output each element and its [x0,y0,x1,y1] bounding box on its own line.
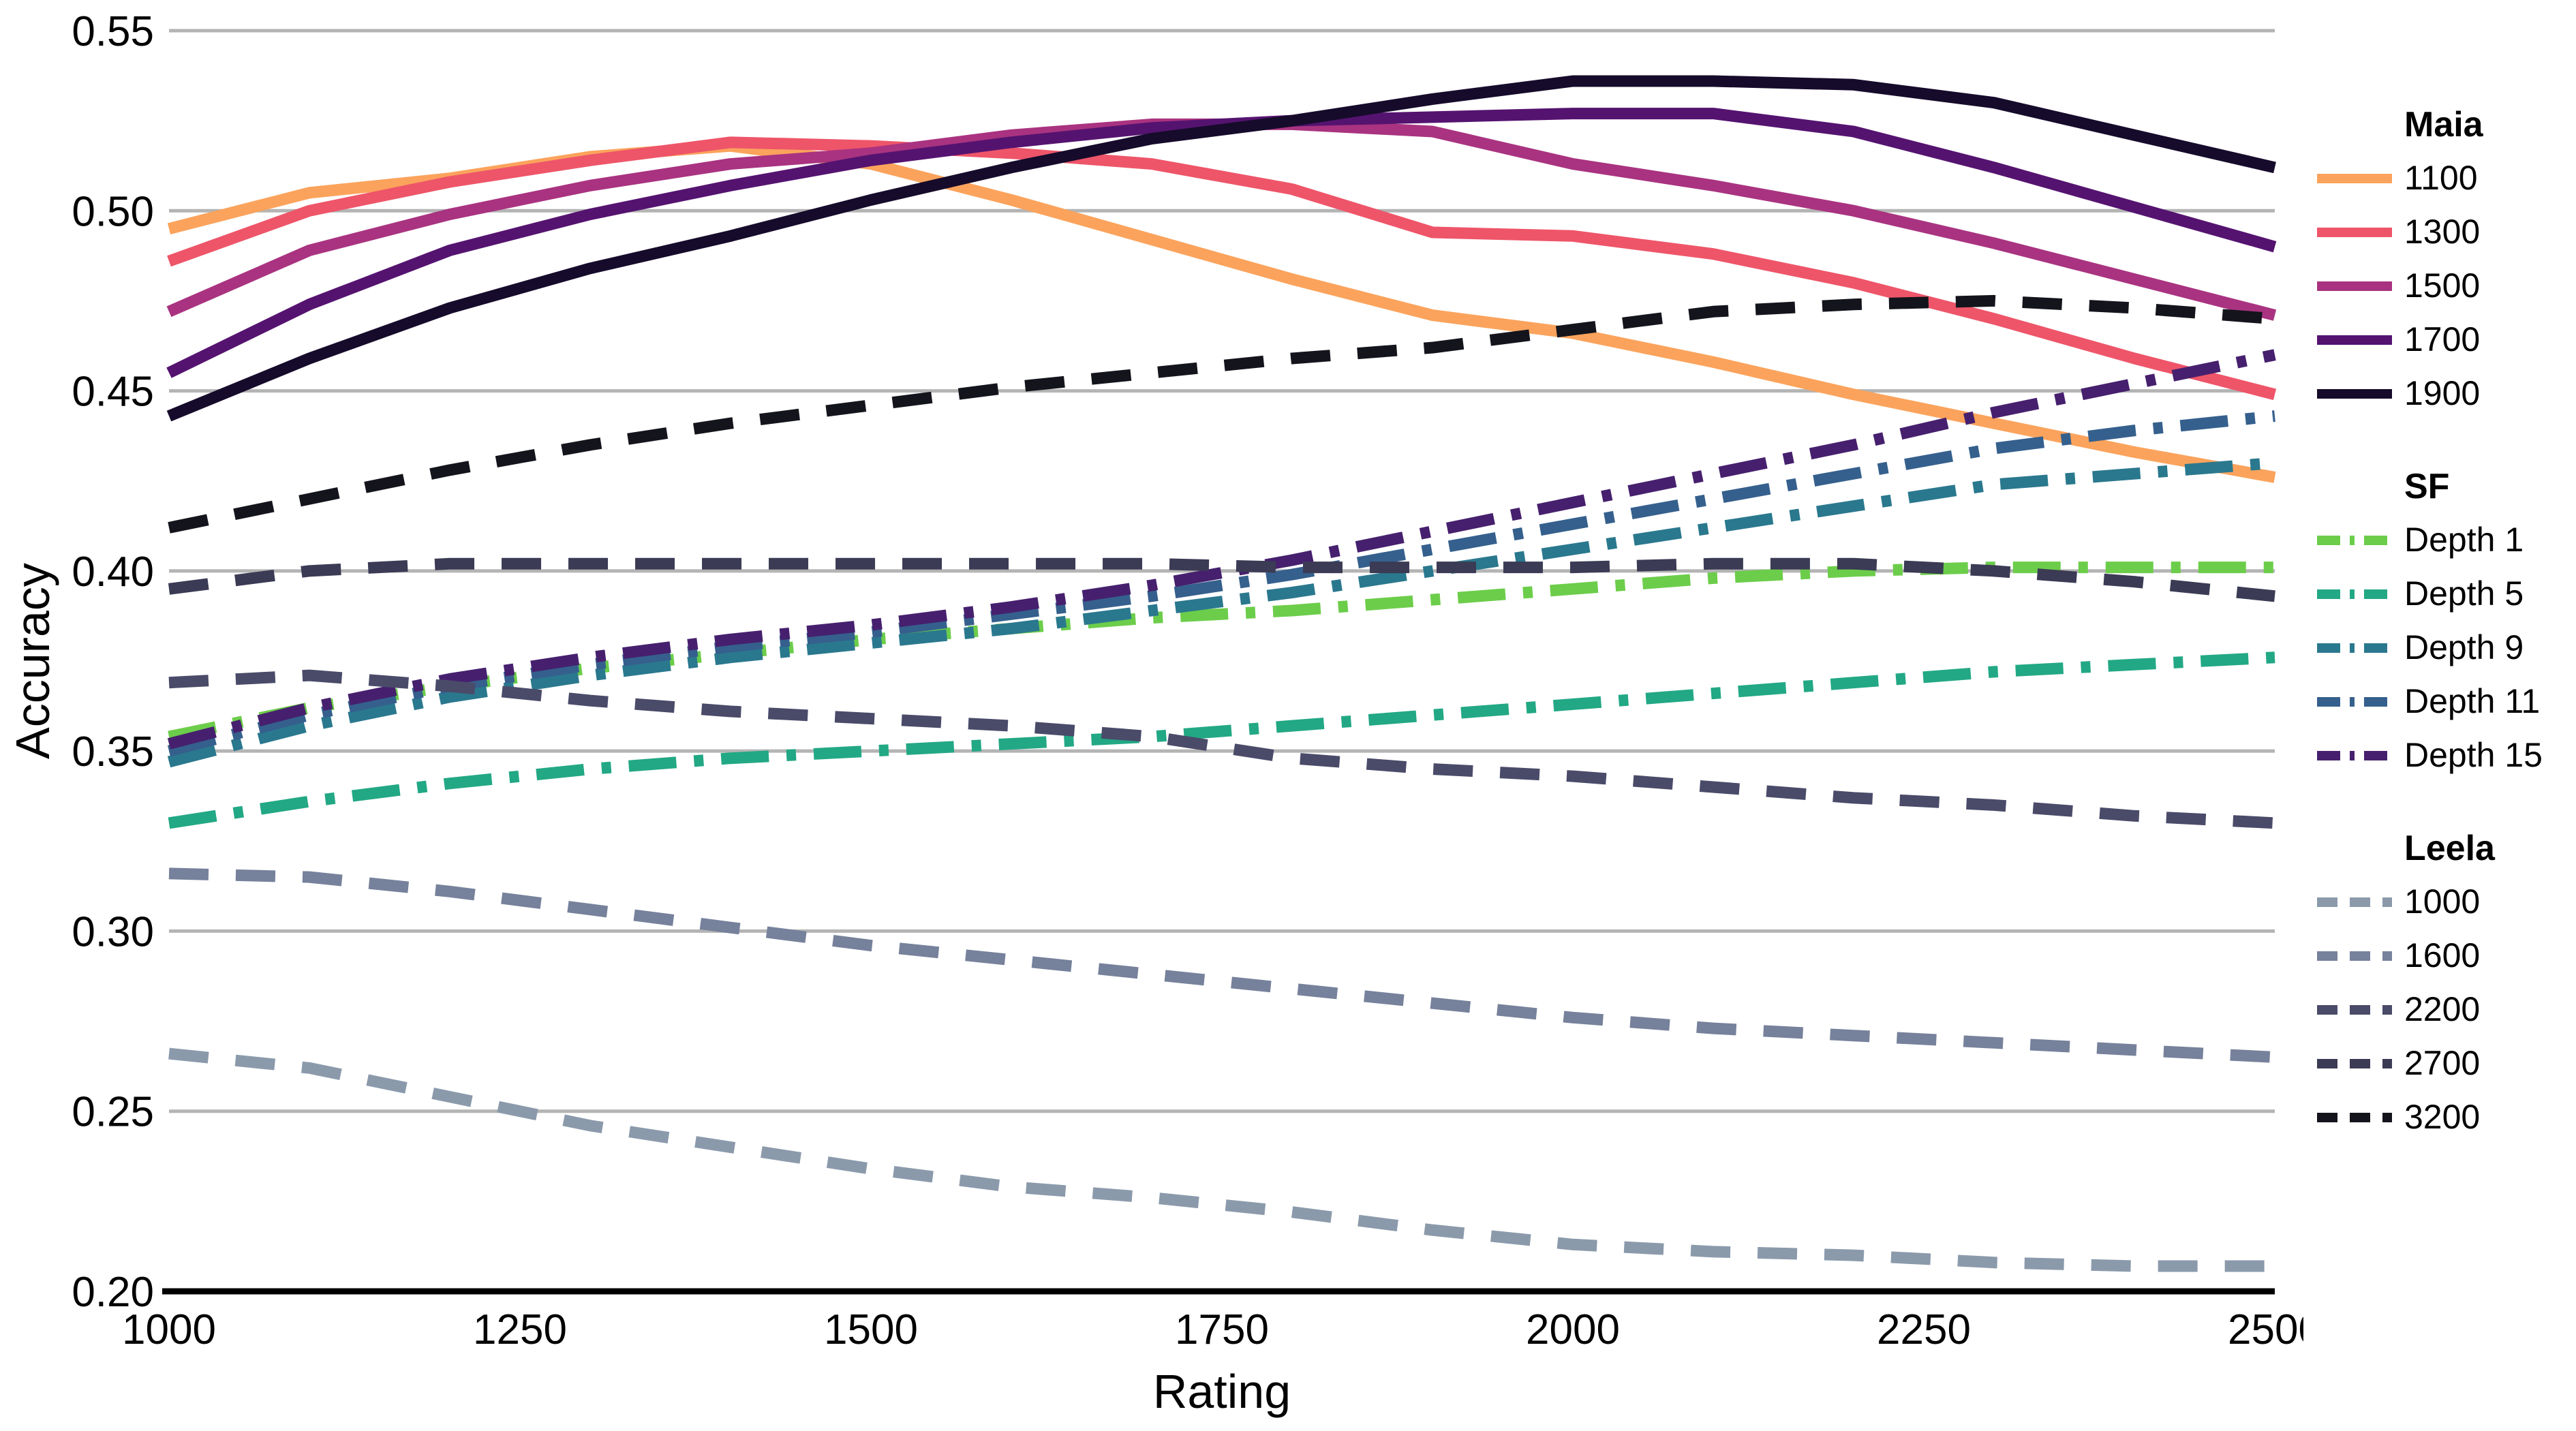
legend-item-maia-1300[interactable]: 1300 [2317,213,2480,251]
legend-item-leela-1000[interactable]: 1000 [2317,882,2480,921]
legend-item-label: 3200 [2404,1098,2480,1136]
legend-item-leela-2700[interactable]: 2700 [2317,1044,2480,1082]
x-tick-label: 1250 [473,1306,567,1353]
series-line-maia-1700 [166,108,2277,378]
x-tick-labels: 1000 1250 1500 1750 2000 2250 2500 [122,1306,2303,1353]
legend-item-label: Depth 5 [2404,574,2524,613]
x-axis-title: Rating [1153,1365,1291,1418]
legend-item-label: Depth 11 [2404,682,2540,720]
legend-svg: Maia 1100 1300 1500 1700 1900 SF Depth 1 Depth 5… [2317,105,2543,1136]
legend-item-label: 1300 [2404,213,2480,251]
legend-item-sf-depth-9[interactable]: Depth 9 [2317,628,2524,666]
series-line-sf-depth-1 [168,561,2275,743]
series-line-maia-1300 [167,136,2277,401]
series-line-leela-2200 [168,669,2275,829]
legend-item-maia-1100[interactable]: 1100 [2317,159,2478,197]
legend-item-leela-3200[interactable]: 3200 [2317,1098,2480,1136]
legend-item-sf-depth-5[interactable]: Depth 5 [2317,574,2524,613]
x-tick-label: 2500 [2228,1306,2303,1353]
x-tick-label: 1750 [1175,1306,1269,1353]
legend-item-label: 2200 [2404,990,2480,1028]
chart-root: 0.55 0.50 0.45 0.40 0.35 0.30 0.25 0.20 1000 1250… [0,0,2576,1431]
legend-item-maia-1900[interactable]: 1900 [2317,374,2480,412]
y-tick-label: 0.35 [72,728,154,775]
legend-item-label: Depth 15 [2404,736,2543,774]
y-tick-labels: 0.550.500.450.400.350.300.250.20 [72,8,154,1316]
legend-group-title-sf: SF [2404,467,2449,506]
y-tick-label: 0.50 [72,188,154,235]
series-lines [166,75,2277,1272]
accuracy-vs-rating-line-chart: 0.550.500.450.400.350.300.250.201000 1250… [6,8,2303,1418]
legend-item-label: Depth 1 [2404,521,2524,559]
legend-item-label: 2700 [2404,1044,2480,1082]
legend-item-sf-depth-15[interactable]: Depth 15 [2317,736,2543,774]
series-line-sf-depth-11 [167,410,2275,757]
legend-group-title-maia: Maia [2404,105,2484,144]
x-tick-label: 2250 [1877,1306,1971,1353]
legend-item-leela-1600[interactable]: 1600 [2317,936,2480,974]
legend-item-label: Depth 9 [2404,628,2524,666]
series-line-leela-1600 [168,867,2275,1063]
plot-area: 0.55 0.50 0.45 0.40 0.35 0.30 0.25 0.20 1000 1250… [0,0,2303,1431]
legend-item-sf-depth-1[interactable]: Depth 1 [2317,521,2524,559]
y-tick-label: 0.55 [72,8,154,55]
legend: Maia 1100 1300 1500 1700 1900 SF Depth 1 Depth 5… [2317,0,2576,1431]
legend-item-label: 1000 [2404,882,2480,921]
legend-item-label: 1600 [2404,936,2480,974]
series-line-maia-1900 [166,75,2276,422]
legend-item-label: 1100 [2404,159,2478,197]
legend-item-maia-1500[interactable]: 1500 [2317,266,2480,305]
legend-item-sf-depth-11[interactable]: Depth 11 [2317,682,2540,720]
legend-item-label: 1700 [2404,320,2480,358]
y-tick-label: 0.30 [72,908,154,955]
legend-item-label: 1500 [2404,266,2480,305]
legend-item-maia-1700[interactable]: 1700 [2317,320,2480,358]
y-tick-label: 0.25 [72,1089,154,1136]
legend-item-label: 1900 [2404,374,2480,412]
x-tick-label: 1500 [824,1306,918,1353]
legend-item-leela-2200[interactable]: 2200 [2317,990,2480,1028]
series-line-leela-1000 [168,1047,2275,1272]
legend-group-title-leela: Leela [2404,829,2496,868]
y-tick-label: 0.40 [72,549,154,596]
x-tick-label: 1000 [122,1306,216,1353]
x-tick-label: 2000 [1526,1306,1620,1353]
y-tick-label: 0.45 [72,369,154,416]
y-axis-title: Accuracy [6,563,59,759]
